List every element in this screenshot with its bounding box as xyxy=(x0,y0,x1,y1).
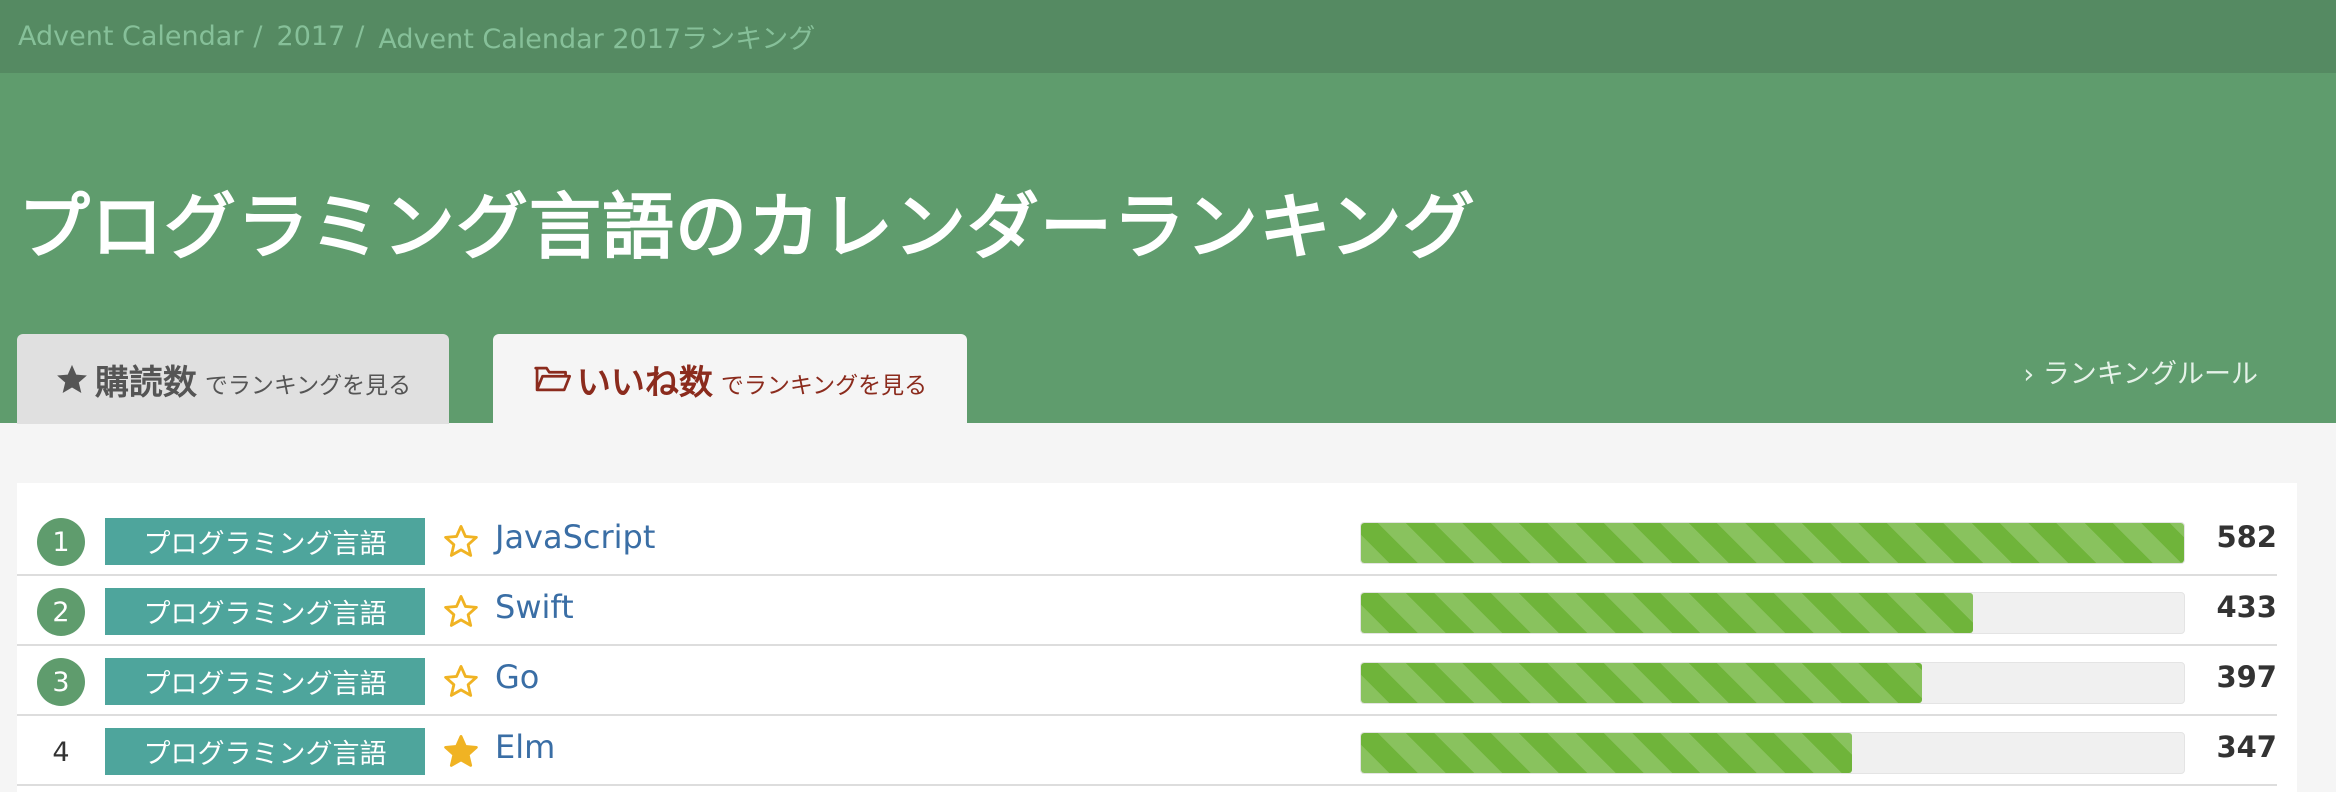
breadcrumb: Advent Calendar / 2017 / Advent Calendar… xyxy=(0,0,2336,73)
rank-number: 1 xyxy=(37,518,85,566)
calendar-link[interactable]: Elm xyxy=(495,728,555,766)
tab-subscribers-sub: でランキングを見る xyxy=(204,373,412,399)
likes-bar xyxy=(1360,732,2185,774)
likes-bar xyxy=(1360,662,2185,704)
category-badge[interactable]: プログラミング言語 xyxy=(105,728,425,775)
likes-bar-fill xyxy=(1361,593,1974,633)
folder-open-icon xyxy=(533,362,571,396)
breadcrumb-separator: / xyxy=(253,21,263,52)
tab-likes-sub: でランキングを見る xyxy=(720,373,928,399)
tab-subscribers-label: 購読数 xyxy=(94,362,197,403)
calendar-link[interactable]: Go xyxy=(495,658,539,696)
rank-number: 3 xyxy=(37,658,85,706)
ranking-row: 3 プログラミング言語 Go 397 xyxy=(17,646,2277,716)
tab-subscribers[interactable]: 購読数 でランキングを見る xyxy=(17,334,449,424)
page-title: プログラミング言語のカレンダーランキング xyxy=(18,185,1476,269)
ranking-row: 2 プログラミング言語 Swift 433 xyxy=(17,576,2277,646)
tab-likes[interactable]: いいね数 でランキングを見る xyxy=(493,334,967,424)
star-icon xyxy=(55,362,89,396)
ranking-rules-link[interactable]: › ランキングルール xyxy=(2023,352,2258,391)
breadcrumb-ranking[interactable]: Advent Calendar 2017ランキング xyxy=(378,17,815,56)
tab-likes-label: いいね数 xyxy=(576,362,713,403)
likes-bar-fill xyxy=(1361,663,1923,703)
breadcrumb-advent-calendar[interactable]: Advent Calendar xyxy=(18,21,243,52)
star-outline-icon[interactable] xyxy=(442,522,480,560)
likes-count: 397 xyxy=(2216,660,2277,694)
likes-count: 582 xyxy=(2216,520,2277,554)
likes-bar xyxy=(1360,592,2185,634)
star-outline-icon[interactable] xyxy=(442,592,480,630)
category-badge[interactable]: プログラミング言語 xyxy=(105,658,425,705)
likes-count: 347 xyxy=(2216,730,2277,764)
rank-number: 2 xyxy=(37,588,85,636)
calendar-link[interactable]: JavaScript xyxy=(495,518,655,556)
star-filled-icon[interactable] xyxy=(442,732,480,770)
likes-bar-fill xyxy=(1361,733,1852,773)
calendar-link[interactable]: Swift xyxy=(495,588,574,626)
breadcrumb-separator: / xyxy=(355,21,365,52)
breadcrumb-year[interactable]: 2017 xyxy=(277,21,346,52)
star-outline-icon[interactable] xyxy=(442,662,480,700)
rank-number: 4 xyxy=(52,736,70,768)
likes-bar-fill xyxy=(1361,523,2184,563)
category-badge[interactable]: プログラミング言語 xyxy=(105,588,425,635)
likes-count: 433 xyxy=(2216,590,2277,624)
category-badge[interactable]: プログラミング言語 xyxy=(105,518,425,565)
ranking-row: 4 プログラミング言語 Elm 347 xyxy=(17,716,2277,786)
likes-bar xyxy=(1360,522,2185,564)
ranking-row: 1 プログラミング言語 JavaScript 582 xyxy=(17,506,2277,576)
